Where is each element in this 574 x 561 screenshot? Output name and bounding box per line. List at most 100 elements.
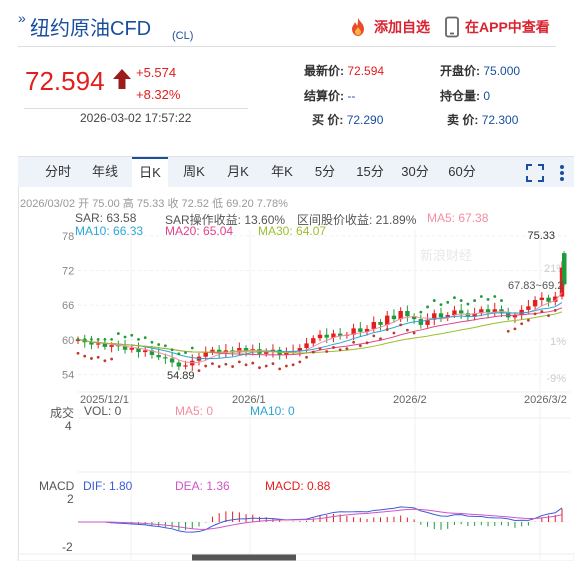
sar-dot — [533, 312, 537, 316]
sar-dot — [405, 328, 409, 332]
sar-dot — [83, 354, 87, 358]
candle-body — [95, 343, 101, 345]
sar-dot — [177, 352, 181, 356]
candle-body — [264, 352, 269, 354]
sar-dot — [439, 303, 443, 307]
sar-dot — [365, 341, 369, 345]
sar-dot — [352, 340, 356, 344]
candle-body — [452, 310, 457, 316]
sar-dot — [284, 364, 288, 368]
candle-body — [176, 362, 182, 367]
range-annotation: 67.83~69.2 — [508, 280, 563, 292]
sar-dot — [385, 328, 389, 331]
candle-body — [304, 343, 309, 349]
candle-body — [418, 319, 424, 325]
sar-dot — [278, 367, 282, 371]
sar-dot — [90, 338, 93, 341]
candle-body — [378, 321, 383, 325]
sar-dot — [258, 366, 261, 370]
sar-dot — [305, 355, 308, 359]
sar-dot — [157, 343, 161, 346]
sar-dot — [493, 295, 497, 298]
candle-body — [546, 297, 551, 302]
candle-body — [183, 365, 188, 367]
sar-dot — [311, 350, 315, 354]
sar-dot — [399, 323, 403, 327]
x-axis-label: 2026/3/2 — [524, 394, 567, 406]
high-annotation: 75.33 — [527, 230, 555, 242]
candle-body — [203, 352, 208, 357]
volume-ma10: MA10: 0 — [250, 404, 295, 418]
price-axis-label: 54 — [62, 370, 74, 382]
sar-dot — [540, 310, 544, 313]
sar-dot — [231, 365, 235, 368]
candle-body — [358, 328, 363, 332]
sar-dot — [473, 299, 477, 302]
sar-dot — [553, 309, 557, 312]
sar-dot — [197, 369, 201, 372]
sar-dot — [466, 302, 470, 306]
sar-dot — [332, 346, 335, 349]
macd-dif: DIF: 1.80 — [83, 479, 133, 493]
sar-dot — [116, 332, 120, 335]
sar-dot — [204, 364, 208, 368]
volume-ma5: MA5: 0 — [175, 404, 214, 418]
sar-dot — [264, 364, 268, 368]
sar-dot — [432, 299, 436, 302]
sar-dot — [513, 327, 517, 331]
sar-dot — [211, 362, 214, 366]
sar-dot — [96, 338, 100, 341]
sar-dot — [110, 338, 113, 341]
sar-dot — [224, 362, 228, 366]
candle-body — [405, 311, 410, 317]
sar-dot — [170, 348, 174, 352]
sar-dot — [130, 333, 134, 337]
sar-dot — [76, 351, 80, 355]
sar-dot — [479, 295, 483, 298]
sar-dot — [217, 365, 221, 368]
candle-body — [371, 321, 376, 329]
sar-dot — [318, 347, 322, 351]
sar-dot — [419, 310, 423, 314]
sar-dot — [251, 361, 255, 365]
sar-dot — [338, 348, 342, 352]
sar-dot — [547, 314, 550, 318]
sar-dot — [526, 318, 530, 322]
volume-value: VOL: 0 — [84, 404, 122, 418]
price-axis-label: 78 — [62, 231, 74, 243]
candle-body — [129, 348, 134, 350]
sar-dot — [325, 350, 329, 353]
sar-dot — [298, 360, 302, 364]
macd-axis-top: 2 — [67, 492, 74, 506]
candle-body — [169, 358, 175, 363]
sar-dot — [271, 362, 275, 366]
macd-dea: DEA: 1.36 — [175, 479, 230, 493]
sar-dot — [137, 337, 140, 341]
sar-dot — [190, 346, 194, 350]
sar-dot — [244, 363, 248, 367]
sar-dot — [459, 299, 463, 302]
candle-body — [163, 357, 168, 359]
candle-body — [385, 315, 390, 325]
sar-dot — [163, 344, 167, 348]
candle-body — [156, 354, 161, 358]
candle-body — [485, 309, 491, 313]
candle-body — [143, 350, 148, 353]
candle-body — [438, 313, 444, 318]
sar-dot — [143, 336, 147, 340]
sar-dot — [103, 359, 107, 363]
sar-dot — [103, 338, 107, 341]
sar-dot — [76, 338, 80, 341]
sar-dot — [453, 296, 456, 300]
sar-dot — [96, 355, 100, 359]
macd-label: MACD — [39, 479, 75, 493]
pct-axis-label: -9% — [546, 373, 566, 385]
sar-dot — [110, 357, 114, 361]
candle-body — [458, 310, 464, 314]
sar-dot — [90, 357, 93, 360]
low-annotation: 54.89 — [167, 370, 195, 382]
sar-dot — [446, 300, 450, 304]
sar-dot — [358, 344, 362, 348]
kline-chart[interactable]: 787266605421%1%-9%新浪财经75.3354.8967.83~69… — [0, 0, 574, 561]
price-axis-label: 66 — [62, 300, 74, 312]
